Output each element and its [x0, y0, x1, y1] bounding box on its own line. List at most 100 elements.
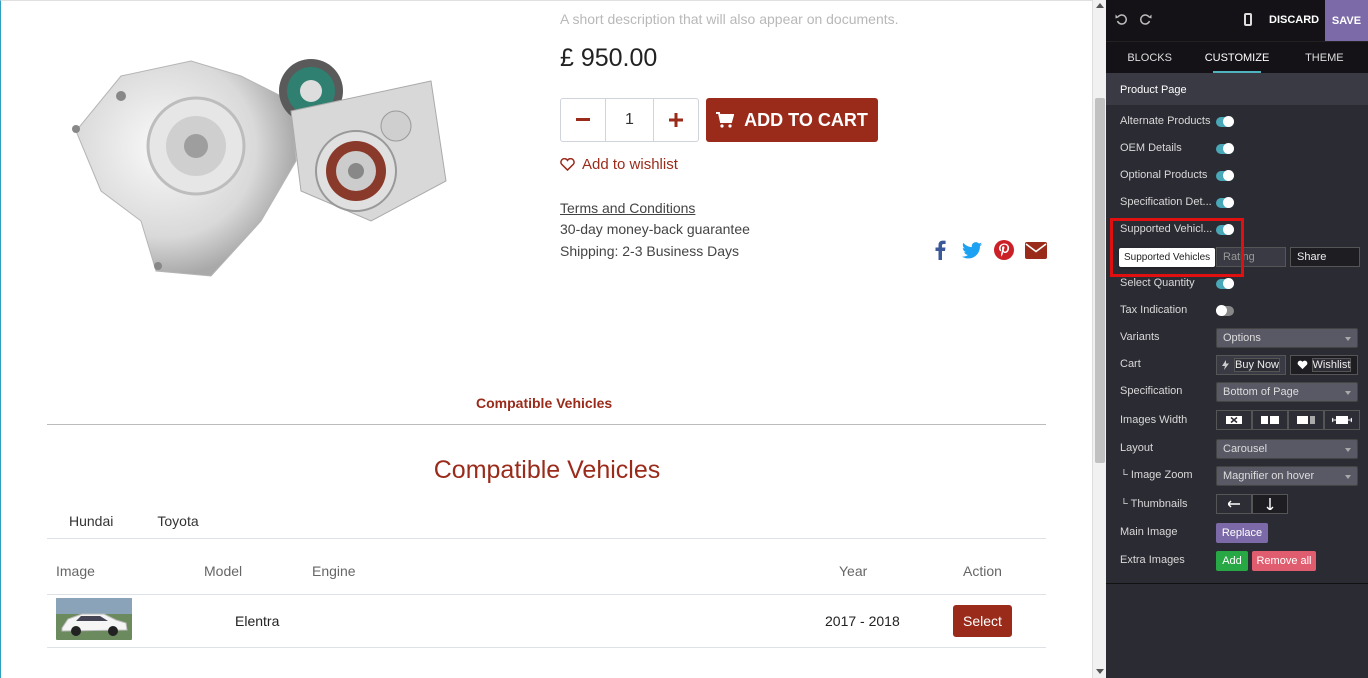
option-label-specification-details: Specification Det...: [1120, 196, 1212, 208]
quantity-input[interactable]: 1: [605, 99, 654, 141]
option-label-specification: Specification: [1120, 385, 1183, 397]
cart-icon: [716, 112, 735, 128]
column-header-action: Action: [943, 549, 1046, 595]
terms-link[interactable]: Terms and Conditions: [560, 200, 695, 216]
compatible-vehicles-title: Compatible Vehicles: [433, 456, 661, 484]
editor-panel: DISCARD SAVE BLOCKS CUSTOMIZE THEME Prod…: [1106, 0, 1368, 678]
minus-icon: [576, 118, 590, 121]
add-to-cart-button[interactable]: ADD TO CART: [706, 98, 878, 142]
arrow-down-icon: [1266, 498, 1274, 510]
add-to-cart-label: ADD TO CART: [744, 109, 868, 130]
tab-brand-hundai[interactable]: Hundai: [47, 504, 135, 538]
width-none-option[interactable]: [1216, 410, 1252, 430]
bolt-icon: [1221, 360, 1229, 370]
width-full-option[interactable]: [1324, 410, 1360, 430]
toggle-oem-details[interactable]: [1216, 143, 1234, 154]
thumbnails-left-option[interactable]: [1216, 494, 1252, 514]
arrow-left-icon: [1228, 500, 1240, 508]
vehicles-table: Image Model Engine Year Action Elentra 2…: [47, 549, 1046, 648]
add-to-wishlist-link[interactable]: Add to wishlist: [560, 156, 678, 173]
email-icon[interactable]: [1025, 239, 1047, 261]
specification-select[interactable]: Bottom of Page: [1216, 382, 1358, 402]
panel-section-title: Product Page: [1106, 73, 1368, 105]
option-label-layout: Layout: [1120, 442, 1154, 454]
table-row: Elentra 2017 - 2018 Select: [47, 594, 1046, 648]
option-label-oem-details: OEM Details: [1120, 142, 1182, 154]
save-button[interactable]: SAVE: [1325, 0, 1368, 41]
images-width-group: [1216, 410, 1360, 430]
select-vehicle-button[interactable]: Select: [953, 604, 1012, 637]
vehicle-image-cell: [47, 594, 195, 648]
option-label-alternate-products: Alternate Products: [1120, 115, 1211, 127]
thumbnails-bottom-option[interactable]: [1252, 494, 1288, 514]
cart-options-group: Buy Now Wishlist: [1216, 355, 1358, 375]
option-label-thumbnails: └ Thumbnails: [1120, 498, 1188, 510]
page-scrollbar[interactable]: [1092, 0, 1106, 678]
product-description-placeholder[interactable]: A short description that will also appea…: [560, 11, 899, 27]
toggle-specification-details[interactable]: [1216, 197, 1234, 208]
facebook-icon[interactable]: [929, 239, 951, 261]
product-price: £ 950.00: [560, 44, 658, 72]
layout-select[interactable]: Carousel: [1216, 439, 1358, 459]
remove-all-images-button[interactable]: Remove all: [1252, 551, 1316, 571]
tab-customize[interactable]: CUSTOMIZE: [1193, 42, 1280, 73]
column-header-engine: Engine: [303, 549, 813, 595]
thumbnails-group: [1216, 494, 1288, 514]
add-extra-images-button[interactable]: Add: [1216, 551, 1248, 571]
option-label-select-quantity: Select Quantity: [1120, 277, 1195, 289]
column-header-model: Model: [195, 549, 303, 595]
redo-icon[interactable]: [1140, 13, 1154, 27]
brand-tabs: Hundai Toyota: [47, 504, 1046, 539]
toggle-select-quantity[interactable]: [1216, 278, 1234, 289]
plus-icon: [669, 113, 683, 127]
scroll-up-arrow-icon[interactable]: [1096, 3, 1104, 8]
width-medium-option[interactable]: [1288, 410, 1324, 430]
image-zoom-select[interactable]: Magnifier on hover: [1216, 466, 1358, 486]
width-medium-icon: [1297, 416, 1315, 424]
width-none-icon: [1226, 416, 1242, 424]
twitter-icon[interactable]: [961, 239, 983, 261]
tab-theme[interactable]: THEME: [1281, 42, 1368, 73]
share-button[interactable]: Share: [1290, 247, 1360, 267]
toggle-tax-indication[interactable]: [1216, 305, 1234, 316]
toggle-alternate-products[interactable]: [1216, 116, 1234, 127]
option-label-image-zoom: └ Image Zoom: [1120, 469, 1193, 481]
guarantee-text: 30-day money-back guarantee: [560, 221, 750, 237]
scrollbar-thumb[interactable]: [1095, 98, 1105, 463]
pinterest-icon[interactable]: [993, 239, 1015, 261]
vehicle-engine: [303, 594, 813, 648]
product-image: [72, 59, 447, 277]
option-label-variants: Variants: [1120, 331, 1160, 343]
variants-select[interactable]: Options: [1216, 328, 1358, 348]
option-label-images-width: Images Width: [1120, 414, 1188, 426]
supported-vehicles-tooltip: Supported Vehicles: [1119, 248, 1216, 267]
social-share: [929, 239, 1047, 261]
buy-now-button[interactable]: Buy Now: [1216, 355, 1286, 375]
width-full-icon: [1332, 416, 1352, 424]
shipping-text: Shipping: 2-3 Business Days: [560, 243, 739, 259]
discard-button[interactable]: DISCARD: [1269, 14, 1319, 26]
wishlist-option-label: Wishlist: [1311, 358, 1352, 372]
product-page: A short description that will also appea…: [0, 0, 1092, 678]
quantity-decrease-button[interactable]: [561, 99, 605, 141]
tab-brand-toyota[interactable]: Toyota: [135, 504, 220, 538]
scroll-down-arrow-icon[interactable]: [1096, 669, 1104, 674]
wishlist-label: Add to wishlist: [582, 156, 678, 173]
undo-icon[interactable]: [1115, 13, 1129, 27]
car-image: [56, 598, 132, 640]
option-label-tax-indication: Tax Indication: [1120, 304, 1188, 316]
column-header-image: Image: [47, 549, 195, 595]
option-label-optional-products: Optional Products: [1120, 169, 1208, 181]
toggle-optional-products[interactable]: [1216, 170, 1234, 181]
tab-compatible-vehicles[interactable]: Compatible Vehicles: [476, 395, 612, 411]
replace-main-image-button[interactable]: Replace: [1216, 523, 1268, 543]
tab-blocks[interactable]: BLOCKS: [1106, 42, 1193, 73]
editor-tabs: BLOCKS CUSTOMIZE THEME: [1106, 41, 1368, 73]
table-header-row: Image Model Engine Year Action: [47, 549, 1046, 595]
wishlist-option-button[interactable]: Wishlist: [1290, 355, 1358, 375]
page: A short description that will also appea…: [0, 0, 1368, 678]
option-label-extra-images: Extra Images: [1120, 554, 1185, 566]
width-small-option[interactable]: [1252, 410, 1288, 430]
quantity-increase-button[interactable]: [654, 99, 698, 141]
mobile-preview-icon[interactable]: [1244, 13, 1252, 26]
